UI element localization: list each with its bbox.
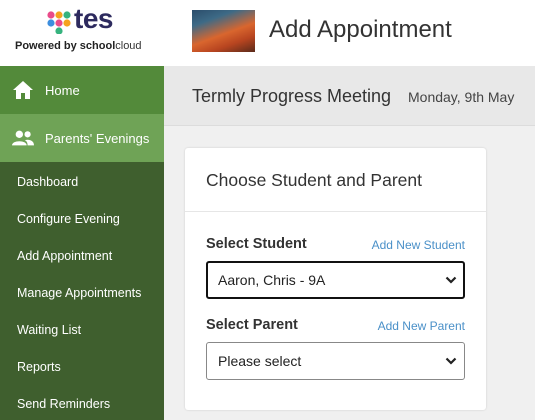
sidebar-item-label: Parents' Evenings: [45, 131, 150, 146]
card-divider: [185, 211, 486, 212]
sidebar: Home Parents' Evenings Dashboard Configu…: [0, 66, 164, 420]
card-title: Choose Student and Parent: [206, 170, 422, 190]
parent-select[interactable]: Please select: [206, 342, 465, 380]
sidebar-item-configure-evening[interactable]: Configure Evening: [17, 212, 120, 226]
sidebar-item-label: Home: [45, 83, 80, 98]
meeting-header: Termly Progress Meeting Monday, 9th May: [164, 66, 535, 126]
select-student-label: Select Student: [206, 236, 307, 252]
tes-logo[interactable]: tes Powered by schoolcloud: [0, 0, 164, 66]
powered-by-text: Powered by schoolcloud: [15, 40, 142, 52]
powered-prefix: Powered by: [15, 40, 80, 52]
main-content: Termly Progress Meeting Monday, 9th May …: [164, 66, 535, 420]
sidebar-item-waiting-list[interactable]: Waiting List: [17, 323, 81, 337]
page-title: Add Appointment: [269, 16, 452, 43]
logo-text: tes: [74, 3, 113, 34]
sidebar-item-home[interactable]: Home: [0, 66, 164, 114]
add-new-student-link[interactable]: Add New Student: [372, 238, 465, 252]
home-icon: [13, 81, 33, 99]
parent-select-value: Please select: [218, 353, 302, 369]
meeting-title: Termly Progress Meeting: [192, 86, 392, 106]
add-new-parent-link[interactable]: Add New Parent: [378, 319, 465, 333]
sidebar-item-manage-appointments[interactable]: Manage Appointments: [17, 286, 141, 300]
chevron-down-icon: [445, 357, 457, 365]
top-bar: tes Powered by schoolcloud Add Appointme…: [0, 0, 535, 66]
sidebar-item-add-appointment[interactable]: Add Appointment: [17, 249, 112, 263]
student-select-value: Aaron, Chris - 9A: [218, 272, 326, 288]
powered-school: school: [79, 40, 116, 52]
logo-dots-icon: [47, 11, 71, 34]
chevron-down-icon: [445, 276, 457, 284]
select-parent-label: Select Parent: [206, 317, 298, 333]
people-icon: [12, 130, 34, 146]
powered-cloud: cloud: [115, 40, 142, 52]
sidebar-item-send-reminders[interactable]: Send Reminders: [17, 397, 110, 411]
choose-student-card: Choose Student and Parent Select Student…: [185, 148, 486, 410]
sidebar-item-reports[interactable]: Reports: [17, 360, 61, 374]
sidebar-item-parents-evenings[interactable]: Parents' Evenings: [0, 114, 164, 162]
meeting-date: Monday, 9th May: [408, 89, 515, 105]
evening-thumbnail: [192, 10, 255, 52]
sidebar-item-dashboard[interactable]: Dashboard: [17, 175, 78, 189]
student-select[interactable]: Aaron, Chris - 9A: [206, 261, 465, 299]
